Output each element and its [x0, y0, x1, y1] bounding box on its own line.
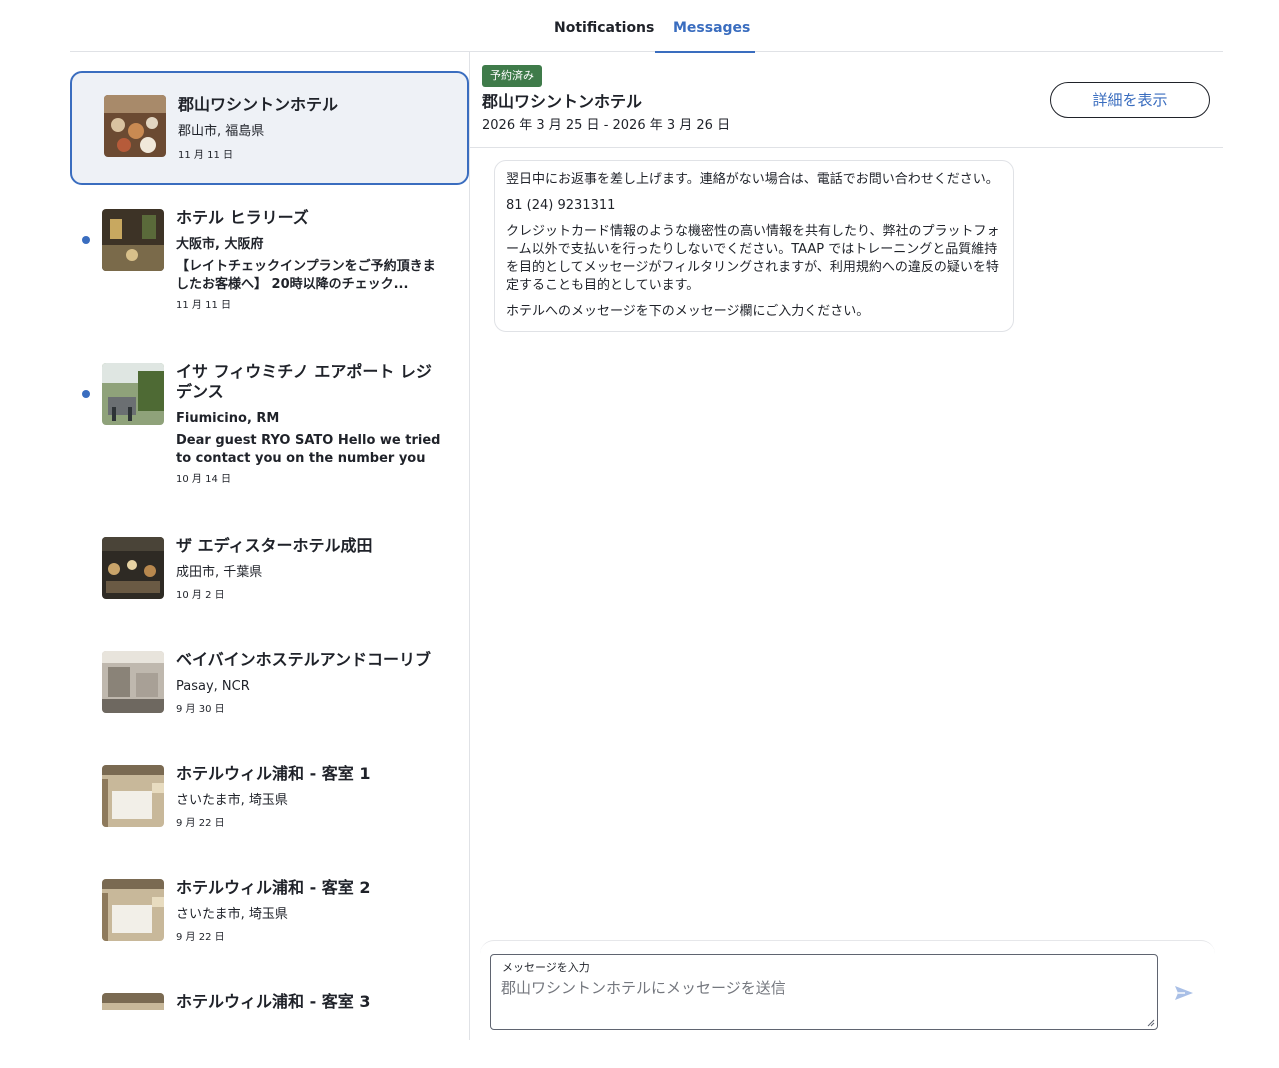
conversation-item[interactable]: ホテルウィル浦和 - 客室 2 さいたま市, 埼玉県 9 月 22 日	[70, 868, 469, 968]
conversation-item[interactable]: ホテルウィル浦和 - 客室 1 さいたま市, 埼玉県 9 月 22 日	[70, 754, 469, 854]
conversation-title: ホテルウィル浦和 - 客室 1	[176, 764, 371, 783]
hotel-phone: 81 (24) 9231311	[506, 198, 616, 213]
conversation-location: さいたま市, 埼玉県	[176, 793, 288, 808]
conversation-location: Pasay, NCR	[176, 679, 250, 694]
conversation-title: ザ エディスターホテル成田	[176, 536, 373, 555]
hotel-thumbnail	[102, 363, 164, 425]
conversation-item[interactable]: 郡山ワシントンホテル 郡山市, 福島県 11 月 11 日	[70, 71, 469, 185]
conversation-title: ベイバインホステルアンドコーリブ	[176, 650, 432, 669]
view-details-button[interactable]: 詳細を表示	[1050, 82, 1210, 118]
conversation-item[interactable]: ホテル ヒラリーズ 大阪市, 大阪府 【レイトチェックインプランをご予約頂きまし…	[70, 198, 469, 338]
tab-notifications[interactable]: Notifications	[536, 12, 656, 52]
conversation-date: 10 月 14 日	[176, 474, 231, 485]
conversation-location: さいたま市, 埼玉県	[176, 907, 288, 922]
send-icon[interactable]	[1172, 981, 1196, 1005]
conversation-title: ホテル ヒラリーズ	[176, 208, 309, 227]
conversation-date: 11 月 11 日	[178, 150, 233, 161]
message-field-label: メッセージを入力	[502, 961, 590, 974]
hotel-thumbnail	[102, 209, 164, 271]
conversation-title: ホテルウィル浦和 - 客室 2	[176, 878, 371, 897]
message-paragraph: クレジットカード情報のような機密性の高い情報を共有したり、弊社のプラットフォーム…	[506, 224, 1000, 293]
conversation-preview: Dear guest RYO SATO Hello we tried to co…	[176, 433, 441, 466]
conversation-location: 大阪市, 大阪府	[176, 237, 264, 252]
message-bubble: 翌日中にお返事を差し上げます。連絡がない場合は、電話でお問い合わせください。 8…	[494, 160, 1014, 332]
conversation-location: 成田市, 千葉県	[176, 565, 263, 580]
tab-messages[interactable]: Messages	[655, 12, 755, 53]
conversation-date: 10 月 2 日	[176, 590, 225, 601]
message-field: メッセージを入力	[490, 954, 1158, 1030]
conversation-location: Fiumicino, RM	[176, 411, 280, 426]
conversation-title: ホテルウィル浦和 - 客室 3	[176, 992, 371, 1010]
tab-bar: Notifications Messages	[70, 0, 1223, 53]
conversation-item[interactable]: ザ エディスターホテル成田 成田市, 千葉県 10 月 2 日	[70, 526, 469, 626]
status-badge: 予約済み	[482, 65, 542, 87]
conversation-item[interactable]: ホテルウィル浦和 - 客室 3	[70, 982, 469, 1010]
message-input[interactable]	[501, 977, 1141, 1023]
message-paragraph: ホテルへのメッセージを下のメッセージ欄にご入力ください。	[506, 304, 870, 319]
hotel-thumbnail	[104, 95, 166, 157]
stay-dates: 2026 年 3 月 25 日 - 2026 年 3 月 26 日	[482, 118, 731, 133]
hotel-thumbnail	[102, 765, 164, 827]
hotel-thumbnail	[102, 651, 164, 713]
conversation-preview: 【レイトチェックインプランをご予約頂きましたお客様へ】 20時以降のチェック..…	[176, 259, 436, 292]
conversation-title: イサ フィウミチノ エアポート レジデンス	[176, 362, 432, 401]
conversation-location: 郡山市, 福島県	[178, 124, 265, 139]
conversation-date: 9 月 30 日	[176, 704, 225, 715]
conversation-item[interactable]: ベイバインホステルアンドコーリブ Pasay, NCR 9 月 30 日	[70, 640, 469, 740]
conversation-date: 9 月 22 日	[176, 818, 225, 829]
hotel-thumbnail	[102, 537, 164, 599]
conversation-date: 9 月 22 日	[176, 932, 225, 943]
hotel-thumbnail	[102, 993, 164, 1010]
hotel-name: 郡山ワシントンホテル	[482, 92, 643, 111]
unread-indicator	[82, 236, 90, 244]
resize-grip-icon[interactable]	[1147, 1019, 1155, 1027]
hotel-thumbnail	[102, 879, 164, 941]
conversation-list: 郡山ワシントンホテル 郡山市, 福島県 11 月 11 日 ホテル ヒラリーズ …	[70, 52, 470, 1010]
message-composer: メッセージを入力	[480, 940, 1215, 1040]
conversation-title: 郡山ワシントンホテル	[178, 95, 339, 114]
conversation-date: 11 月 11 日	[176, 300, 231, 311]
conversation-item[interactable]: イサ フィウミチノ エアポート レジデンス Fiumicino, RM Dear…	[70, 352, 469, 512]
unread-indicator	[82, 390, 90, 398]
divider	[469, 1008, 470, 1040]
conversation-header: 予約済み 郡山ワシントンホテル 2026 年 3 月 25 日 - 2026 年…	[470, 52, 1223, 148]
message-paragraph: 翌日中にお返事を差し上げます。連絡がない場合は、電話でお問い合わせください。	[506, 172, 999, 187]
